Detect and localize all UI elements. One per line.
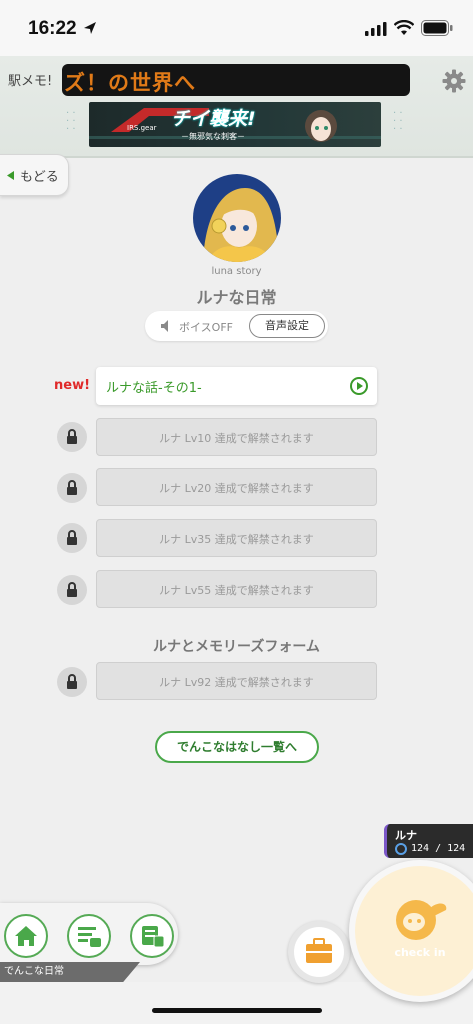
- checkin-label: check in: [394, 946, 446, 959]
- home-indicator: [152, 1008, 322, 1013]
- bag-button[interactable]: [288, 921, 350, 983]
- route-button[interactable]: [130, 914, 174, 958]
- banner-right-dots-icon: · · · · · ·: [393, 108, 403, 135]
- voice-status: ボイスOFF: [179, 321, 233, 334]
- timetable-icon: [142, 926, 165, 948]
- character-name: ルナ: [395, 829, 417, 842]
- episode-card-locked: ルナ Lv20 達成で解禁されます: [96, 468, 377, 506]
- station-memo-logo: 駅メモ!: [8, 74, 53, 89]
- episode-label: ルナ Lv92 達成で解禁されます: [159, 676, 314, 689]
- banner-subline: －無邪気な刺客－: [181, 132, 245, 141]
- hp-ring-icon: [395, 843, 407, 855]
- episode-card-locked: ルナ Lv10 達成で解禁されます: [96, 418, 377, 456]
- signal-icon: [365, 22, 387, 36]
- home-button[interactable]: [4, 914, 48, 958]
- checkin-button[interactable]: check in: [349, 860, 473, 1002]
- lock-icon: [57, 523, 87, 553]
- banner-headline: チイ襲来!: [171, 108, 256, 130]
- episode-card-locked: ルナ Lv92 達成で解禁されます: [96, 662, 377, 700]
- wifi-icon: [394, 20, 414, 35]
- episode-label: ルナ Lv35 達成で解禁されます: [159, 533, 314, 546]
- character-chip[interactable]: ルナ 124 / 124: [384, 824, 473, 858]
- banner-left-dots-icon: · · · · · ·: [66, 108, 76, 135]
- section-title: ルナとメモリーズフォーム: [153, 639, 320, 655]
- voice-toggle-bar: ボイスOFF 音声設定: [145, 311, 328, 341]
- back-button[interactable]: もどる: [0, 154, 69, 196]
- lock-icon: [57, 422, 87, 452]
- ticker-text: ズ！の世界へ: [64, 71, 196, 95]
- voice-settings-button[interactable]: 音声設定: [249, 314, 325, 338]
- briefcase-icon: [306, 938, 332, 963]
- play-icon: [350, 377, 368, 395]
- lock-icon: [57, 473, 87, 503]
- list-train-icon: [78, 927, 101, 947]
- banner-brand: IRS.gear: [127, 124, 157, 132]
- story-title: ルナな日常: [196, 288, 277, 307]
- gear-icon[interactable]: [442, 69, 466, 93]
- news-ticker[interactable]: ズ！の世界へ: [62, 64, 410, 96]
- back-label: もどる: [20, 170, 59, 185]
- back-arrow-icon: [7, 171, 14, 180]
- status-time: 16:22: [28, 18, 77, 39]
- episode-label: ルナな話-その1-: [106, 381, 202, 396]
- luna-portrait: [193, 174, 281, 262]
- nav-caption: でんこな日常: [0, 962, 140, 982]
- character-avatar: [193, 174, 281, 262]
- episode-label: ルナ Lv20 達成で解禁されます: [159, 482, 314, 495]
- lock-icon: [57, 667, 87, 697]
- episode-card-1[interactable]: ルナな話-その1-: [96, 367, 377, 405]
- new-badge: new!: [54, 378, 91, 393]
- home-icon: [15, 926, 37, 946]
- story-series-label: luna story: [211, 266, 262, 277]
- speaker-mute-icon: [161, 320, 168, 332]
- checkin-logo-icon: [396, 900, 447, 940]
- episode-label: ルナ Lv10 達成で解禁されます: [159, 432, 314, 445]
- lock-icon: [57, 575, 87, 605]
- location-arrow-icon: [84, 22, 96, 34]
- episode-label: ルナ Lv55 達成で解禁されます: [159, 584, 314, 597]
- bottom-nav: [0, 903, 178, 965]
- checkin-log-button[interactable]: [67, 914, 111, 958]
- story-list-button[interactable]: でんこなはなし一覧へ: [155, 731, 319, 763]
- episode-card-locked: ルナ Lv55 達成で解禁されます: [96, 570, 377, 608]
- battery-icon: [421, 20, 453, 36]
- episode-card-locked: ルナ Lv35 達成で解禁されます: [96, 519, 377, 557]
- character-hp: 124 / 124: [411, 843, 466, 854]
- bag-button-inner: [294, 927, 344, 977]
- promo-banner[interactable]: IRS.gear チイ襲来! －無邪気な刺客－: [89, 102, 381, 147]
